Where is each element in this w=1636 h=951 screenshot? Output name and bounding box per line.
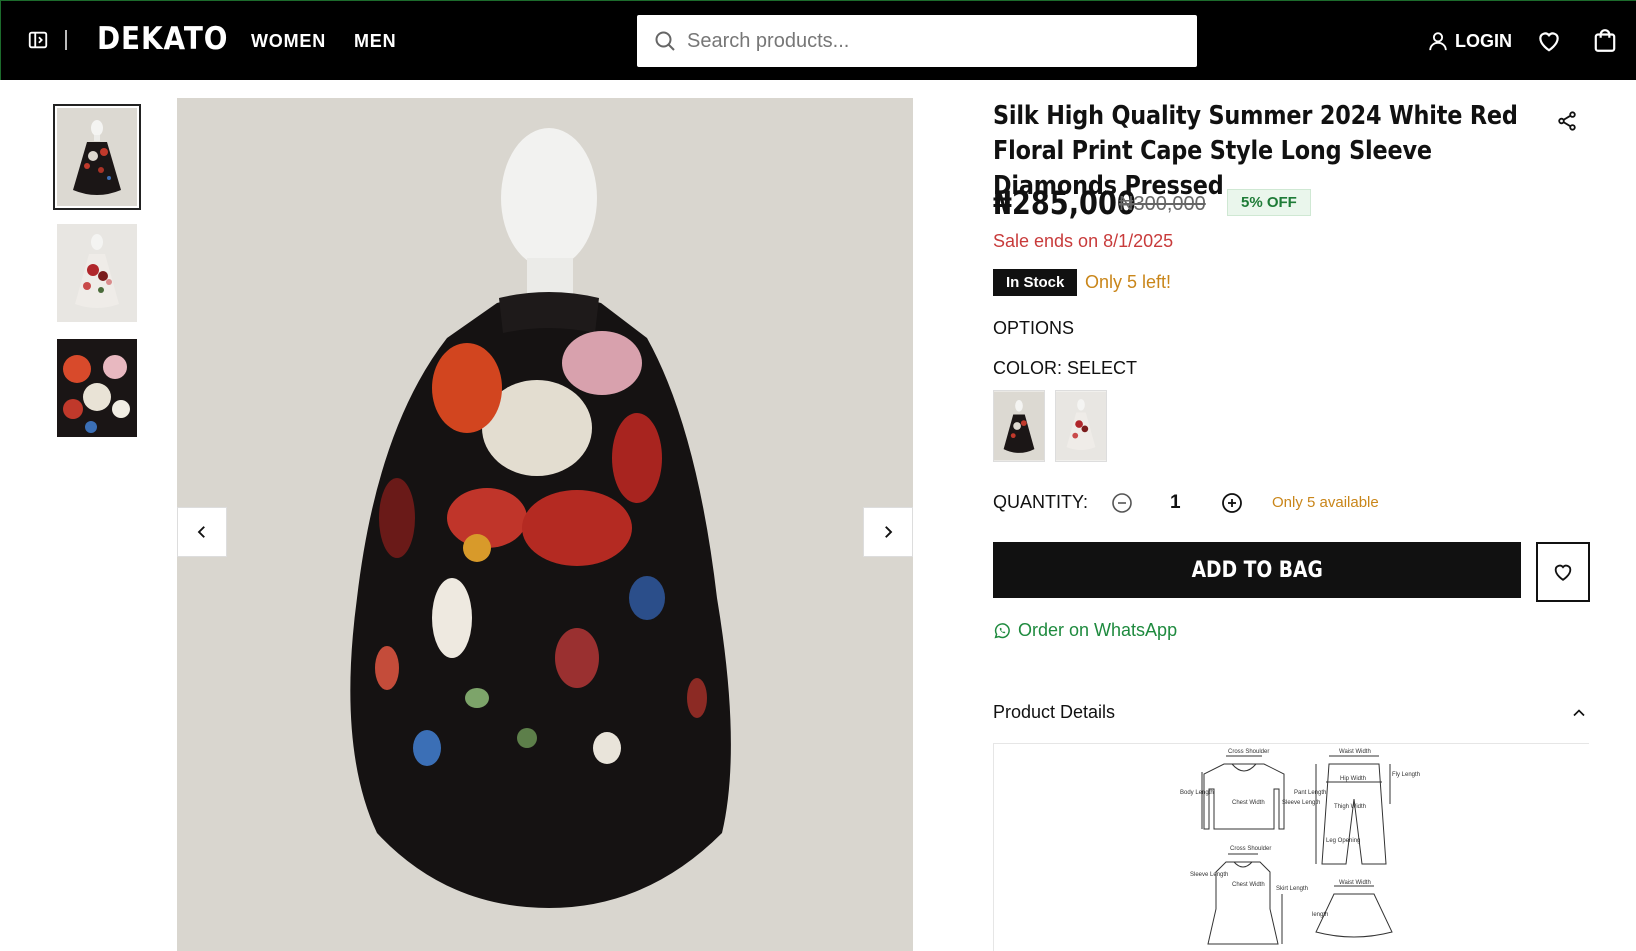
product-thumbnail-image xyxy=(57,339,137,437)
gallery-thumbnail-2[interactable] xyxy=(57,224,137,322)
size-chart-label: Chest Width xyxy=(1232,800,1265,806)
discount-badge: 5% OFF xyxy=(1227,189,1311,216)
wishlist-heart-icon[interactable] xyxy=(1536,28,1562,54)
share-icon[interactable] xyxy=(1556,110,1578,132)
original-price: ₦300,000 xyxy=(1119,193,1206,215)
login-button[interactable]: LOGIN xyxy=(1427,29,1512,53)
size-chart-label: Pant Length xyxy=(1294,790,1326,796)
color-selector-label: COLOR: SELECT xyxy=(993,358,1138,378)
heart-icon xyxy=(1554,564,1572,581)
stock-status-badge: In Stock xyxy=(993,269,1078,296)
add-to-wishlist-button[interactable] xyxy=(1536,542,1590,602)
size-chart-label: Waist Width xyxy=(1339,880,1371,886)
gallery-thumbnail-1[interactable] xyxy=(53,104,141,210)
product-details-label: Product Details xyxy=(993,702,1116,722)
sidebar-toggle-icon[interactable] xyxy=(27,29,49,51)
color-swatch-2[interactable] xyxy=(1055,390,1107,462)
header-divider xyxy=(65,30,67,50)
main-product-image xyxy=(177,98,913,951)
size-chart-label: Waist Width xyxy=(1339,749,1371,755)
size-chart-label: Sleeve Length xyxy=(1282,800,1320,806)
size-chart-label: Chest Width xyxy=(1232,882,1265,888)
nav-link-men[interactable]: MEN xyxy=(354,31,396,52)
size-chart-label: Leg Opening xyxy=(1326,838,1360,844)
size-chart-label: length xyxy=(1312,912,1328,918)
search-box xyxy=(637,15,1197,67)
size-chart-label: Sleeve Length xyxy=(1190,872,1228,878)
swatch-image xyxy=(994,391,1044,461)
carousel-next-button[interactable] xyxy=(863,507,913,557)
carousel-prev-button[interactable] xyxy=(177,507,227,557)
chevron-left-icon xyxy=(197,526,205,538)
current-price: ₦285,000 xyxy=(993,184,1136,222)
swatch-image xyxy=(1056,391,1106,461)
nav-link-women[interactable]: WOMEN xyxy=(251,31,326,52)
top-navigation-bar: DEKATO WOMEN MEN LOGIN xyxy=(0,0,1636,80)
whatsapp-icon xyxy=(994,622,1010,638)
brand-logo[interactable]: DEKATO xyxy=(97,21,228,57)
size-chart-label: Thigh Width xyxy=(1334,804,1366,810)
sale-end-notice: Sale ends on 8/1/2025 xyxy=(993,231,1174,251)
product-photo xyxy=(177,98,913,951)
size-chart-label: Skirt Length xyxy=(1276,886,1308,892)
product-details-panel: Cross Shoulder Body Length Chest Width S… xyxy=(993,743,1589,951)
user-icon xyxy=(1429,32,1447,51)
product-thumbnail-image xyxy=(57,224,137,322)
minus-circle-icon[interactable] xyxy=(1110,491,1134,515)
whatsapp-label: Order on WhatsApp xyxy=(1018,620,1178,640)
gallery-thumbnail-3[interactable] xyxy=(57,339,137,437)
shopping-bag-icon[interactable] xyxy=(1592,28,1618,54)
size-chart-label: Fly Length xyxy=(1392,772,1420,778)
chevron-up-icon xyxy=(1573,709,1585,717)
plus-circle-icon[interactable] xyxy=(1220,491,1244,515)
stock-remaining-text: Only 5 left! xyxy=(1085,272,1172,292)
login-label: LOGIN xyxy=(1455,30,1512,51)
size-chart-label: Hip Width xyxy=(1340,776,1366,782)
color-swatch-1[interactable] xyxy=(993,390,1045,462)
quantity-availability-note: Only 5 available xyxy=(1272,494,1379,511)
search-input[interactable] xyxy=(687,15,1187,67)
size-chart-label: Cross Shoulder xyxy=(1228,749,1269,755)
order-on-whatsapp-link[interactable]: Order on WhatsApp xyxy=(993,620,1177,641)
search-icon xyxy=(655,31,675,51)
size-chart-diagram: Cross Shoulder Body Length Chest Width S… xyxy=(1180,749,1420,945)
chevron-right-icon xyxy=(885,526,893,538)
quantity-label: QUANTITY: xyxy=(993,492,1089,512)
options-heading: OPTIONS xyxy=(993,318,1075,338)
size-chart-label: Cross Shoulder xyxy=(1230,846,1271,852)
add-to-bag-label: ADD TO BAG xyxy=(1191,557,1323,583)
product-details-accordion-toggle[interactable]: Product Details xyxy=(993,700,1589,730)
add-to-bag-button[interactable]: ADD TO BAG xyxy=(993,542,1521,598)
quantity-value: 1 xyxy=(1170,492,1181,513)
size-chart-label: Body Length xyxy=(1180,790,1214,796)
product-thumbnail-image xyxy=(57,108,137,206)
